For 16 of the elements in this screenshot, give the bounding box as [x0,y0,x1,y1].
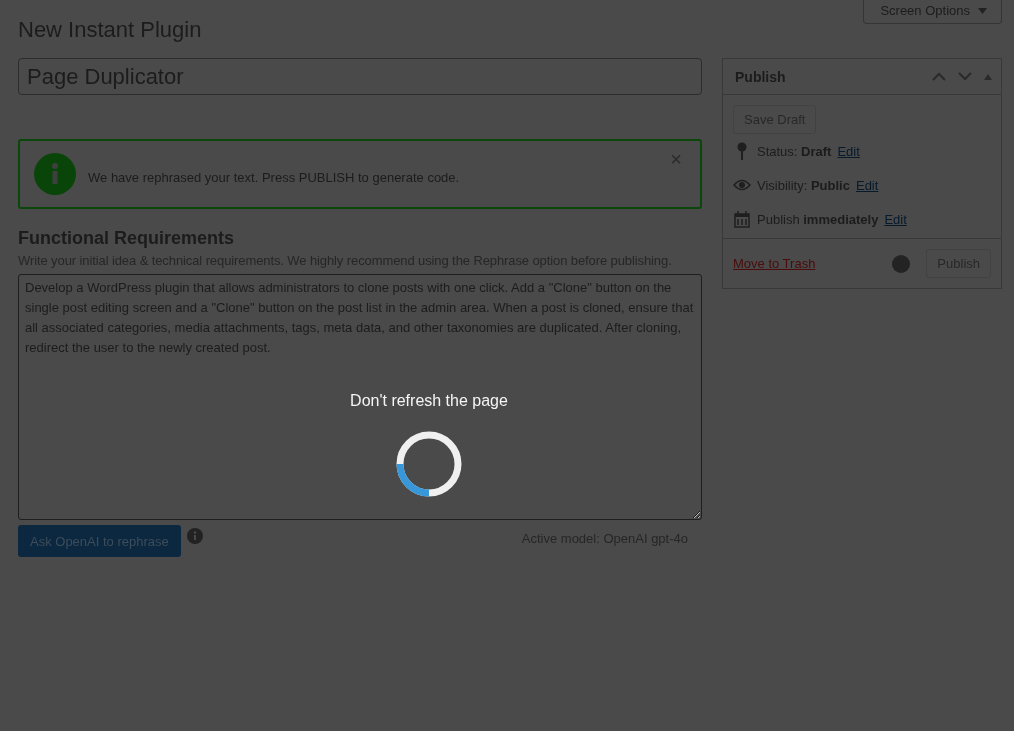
loading-message: Don't refresh the page [350,392,508,410]
move-to-trash-link[interactable]: Move to Trash [733,256,877,271]
loading-spinner-icon [395,430,463,498]
dismiss-button[interactable]: × [666,149,686,169]
info-icon [34,153,76,195]
edit-link[interactable]: Edit [855,177,879,193]
edit-link[interactable]: Edit [884,211,907,227]
chevron-up-icon[interactable] [932,72,946,81]
chevron-down-icon[interactable] [958,72,972,81]
info-icon[interactable] [186,528,203,544]
calendar-icon [733,210,751,228]
collapse-triangle-icon[interactable] [984,73,992,80]
status-dot-icon [892,254,911,273]
caret-icon [978,7,987,14]
edit-link[interactable]: Edit [837,143,860,159]
eye-icon [733,179,751,191]
